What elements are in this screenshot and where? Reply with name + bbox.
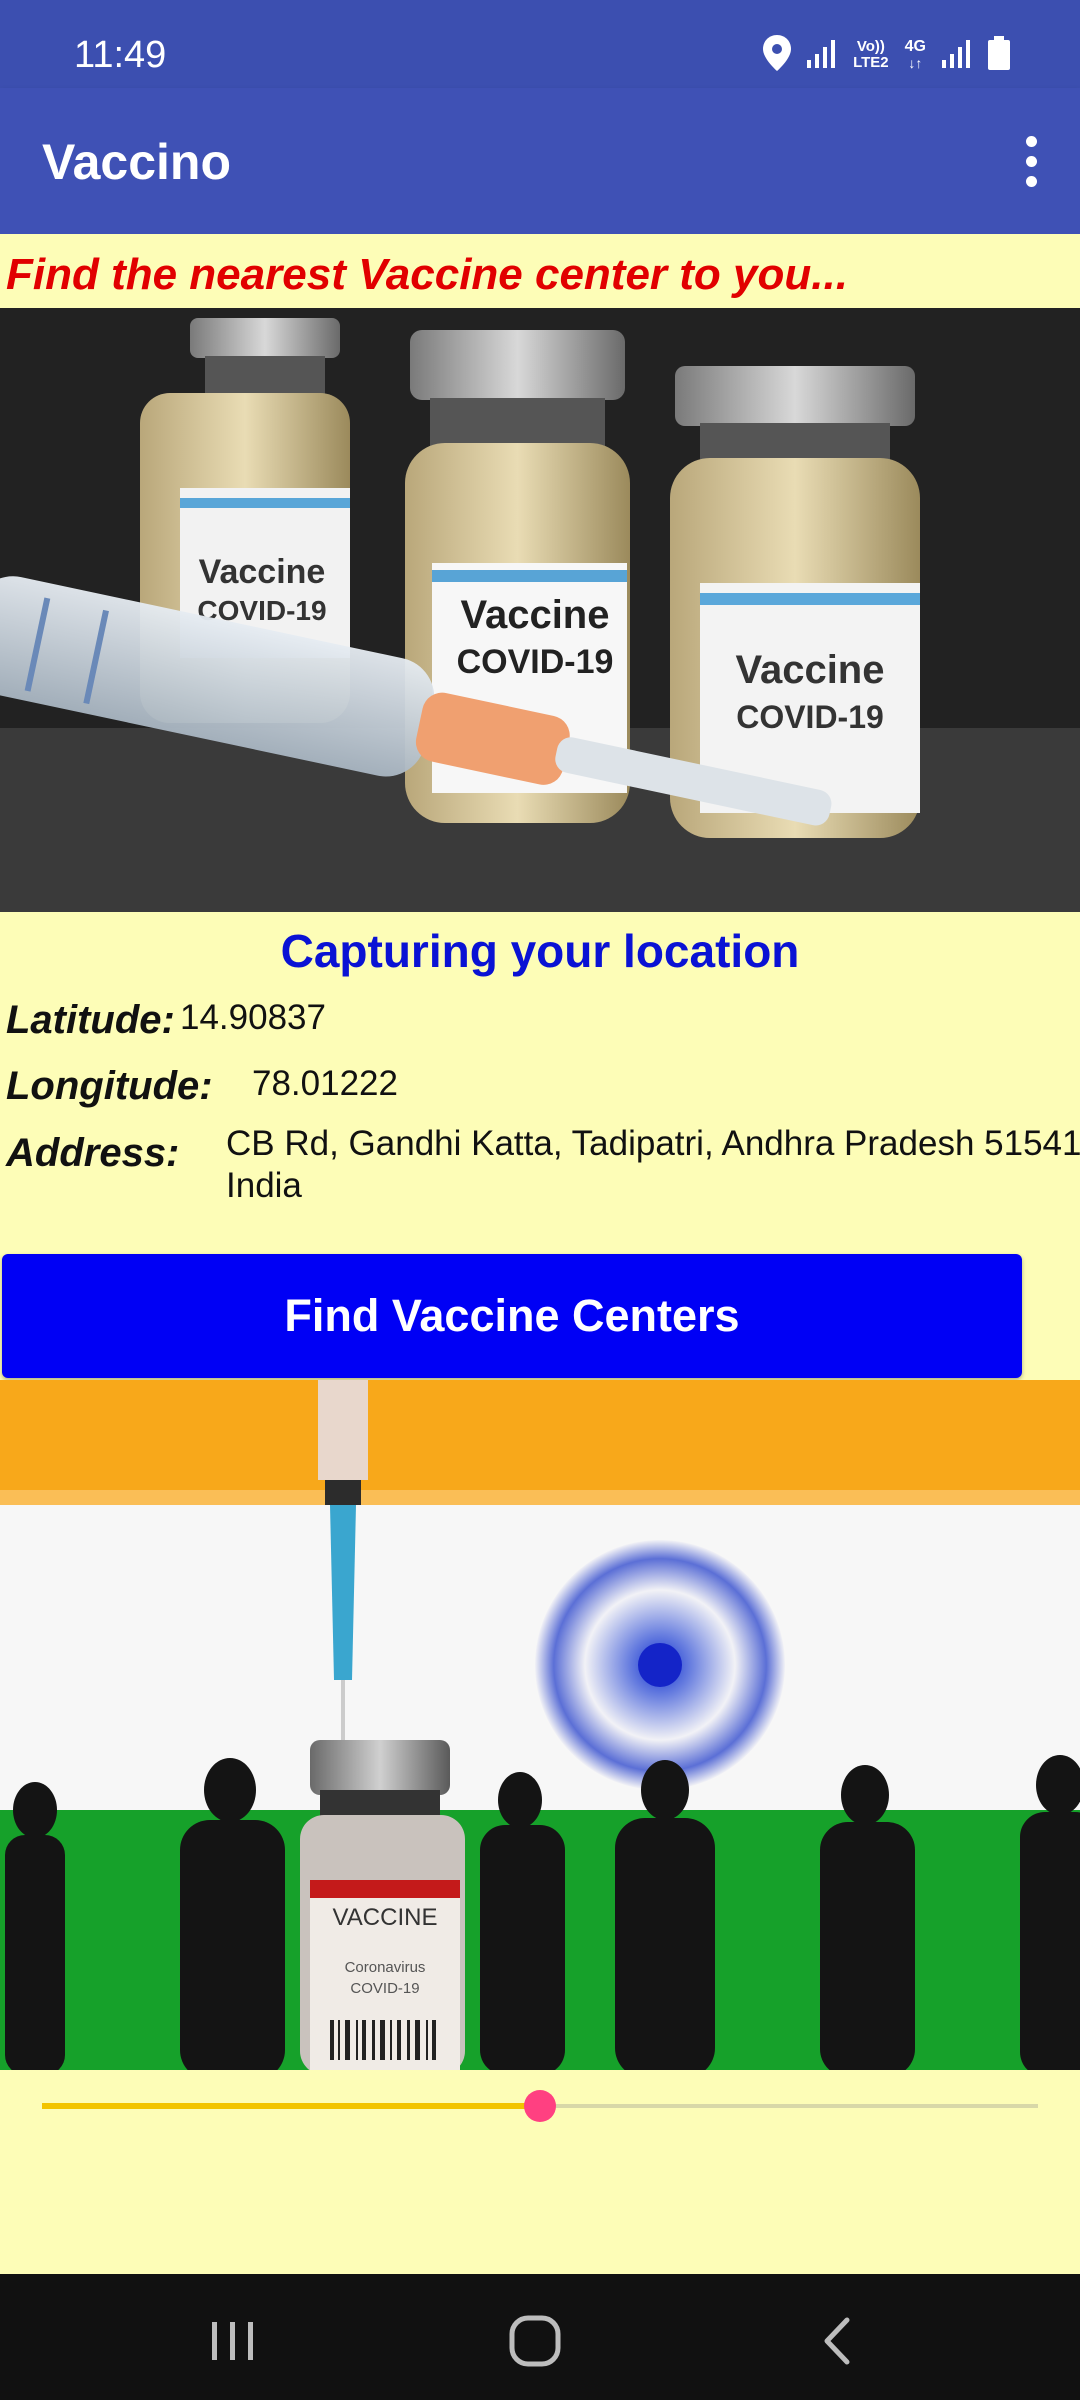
volte-icon: Vo)) LTE2 bbox=[853, 39, 889, 71]
flag-vial-label-line1: VACCINE bbox=[333, 1904, 438, 1931]
app-bar: Vaccino bbox=[0, 88, 1080, 234]
lte-label: LTE2 bbox=[853, 54, 889, 71]
flag-vial-label-line3: COVID-19 bbox=[350, 1980, 419, 1997]
address-line2: India bbox=[226, 1166, 302, 1205]
back-icon[interactable] bbox=[792, 2296, 882, 2386]
main-content: Find the nearest Vaccine center to you..… bbox=[0, 234, 1080, 2274]
seekbar-thumb[interactable] bbox=[524, 2090, 556, 2122]
longitude-value: 78.01222 bbox=[252, 1064, 398, 1103]
address-label: Address: bbox=[6, 1131, 180, 1175]
vial-3-label-line1: Vaccine bbox=[735, 648, 884, 692]
status-time: 11:49 bbox=[74, 34, 167, 76]
vaccine-vials-image: Vaccine COVID-19 Vaccine COVID-19 Vaccin… bbox=[0, 308, 1080, 912]
flag-vial-label-line2: Coronavirus bbox=[345, 1959, 426, 1976]
data-4g-icon: 4G ↓↑ bbox=[904, 38, 926, 72]
status-icons: Vo)) LTE2 4G ↓↑ bbox=[763, 30, 1010, 80]
latitude-label: Latitude: bbox=[6, 998, 175, 1042]
data-arrows-icon: ↓↑ bbox=[908, 55, 923, 71]
vial-1-label-line1: Vaccine bbox=[199, 553, 326, 591]
data-4g-label: 4G bbox=[904, 38, 926, 55]
signal-icon bbox=[807, 38, 837, 73]
battery-icon bbox=[988, 35, 1010, 75]
recent-apps-icon[interactable] bbox=[188, 2296, 278, 2386]
status-bar: 11:49 Vo)) LTE2 4G ↓↑ bbox=[0, 0, 1080, 88]
vial-2-label-line2: COVID-19 bbox=[457, 643, 614, 681]
vial-2-label-line1: Vaccine bbox=[460, 593, 609, 637]
home-icon[interactable] bbox=[490, 2296, 580, 2386]
app-title: Vaccino bbox=[42, 134, 231, 190]
more-vert-icon[interactable] bbox=[996, 126, 1066, 196]
address-line1: CB Rd, Gandhi Katta, Tadipatri, Andhra P… bbox=[226, 1124, 1080, 1163]
signal-icon bbox=[942, 38, 972, 73]
latitude-value: 14.90837 bbox=[180, 998, 326, 1037]
volte-label: Vo)) bbox=[856, 38, 885, 55]
longitude-label: Longitude: bbox=[6, 1064, 213, 1108]
vial-3-label-line2: COVID-19 bbox=[736, 699, 884, 735]
india-flag-vaccine-image: VACCINE Coronavirus COVID-19 bbox=[0, 1380, 1080, 2070]
headline: Find the nearest Vaccine center to you..… bbox=[6, 250, 848, 299]
find-vaccine-centers-button[interactable]: Find Vaccine Centers bbox=[2, 1254, 1022, 1378]
seekbar[interactable] bbox=[42, 2086, 1038, 2126]
navigation-bar bbox=[0, 2274, 1080, 2400]
location-heading: Capturing your location bbox=[280, 925, 800, 977]
seekbar-progress bbox=[42, 2103, 540, 2109]
location-icon bbox=[763, 34, 792, 76]
